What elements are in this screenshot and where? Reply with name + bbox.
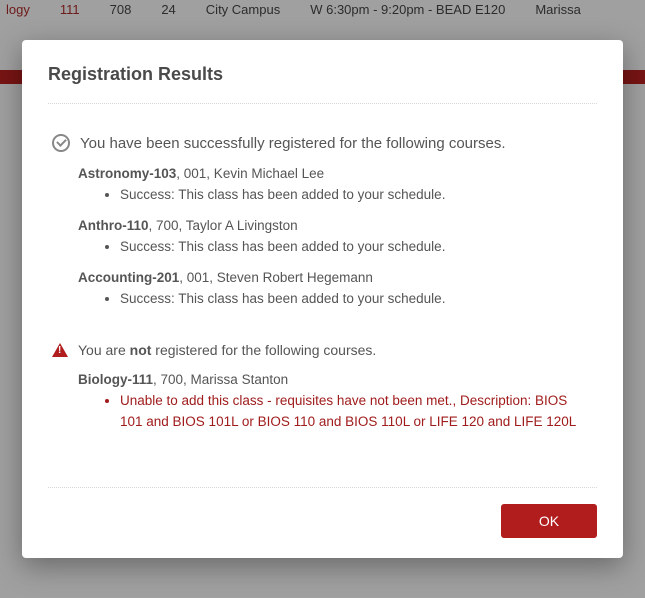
course-code: Anthro-110 [78,218,149,233]
course-rest: , 700, Marissa Stanton [153,372,288,387]
fail-intro-2: registered for the following courses. [151,342,376,358]
course-item: Astronomy-103, 001, Kevin Michael Lee [78,166,593,181]
course-code: Accounting-201 [78,270,179,285]
course-detail: Success: This class has been added to yo… [120,237,593,258]
dialog-title: Registration Results [48,64,597,104]
success-heading: You have been successfully registered fo… [52,134,593,152]
failure-heading: You are not registered for the following… [52,342,593,358]
warning-icon [52,343,68,357]
failure-intro-text: You are not registered for the following… [78,342,376,358]
success-check-icon [52,134,70,152]
success-course-list: Astronomy-103, 001, Kevin Michael Lee Su… [52,166,593,310]
course-detail: Success: This class has been added to yo… [120,185,593,206]
course-item: Anthro-110, 700, Taylor A Livingston [78,218,593,233]
dialog-body: You have been successfully registered fo… [48,104,597,487]
course-detail: Unable to add this class - requisites ha… [120,391,593,433]
fail-intro-1: You are [78,342,130,358]
course-rest: , 001, Kevin Michael Lee [176,166,324,181]
registration-results-dialog: Registration Results You have been succe… [22,40,623,558]
course-item: Biology-111, 700, Marissa Stanton [78,372,593,387]
course-item: Accounting-201, 001, Steven Robert Hegem… [78,270,593,285]
course-rest: , 700, Taylor A Livingston [149,218,298,233]
ok-button[interactable]: OK [501,504,597,538]
course-code: Biology-111 [78,372,153,387]
failure-section: You are not registered for the following… [52,342,593,433]
fail-intro-bold: not [130,342,152,358]
course-detail: Success: This class has been added to yo… [120,289,593,310]
course-code: Astronomy-103 [78,166,176,181]
success-intro-text: You have been successfully registered fo… [80,135,506,152]
course-rest: , 001, Steven Robert Hegemann [179,270,373,285]
dialog-footer: OK [48,487,597,538]
